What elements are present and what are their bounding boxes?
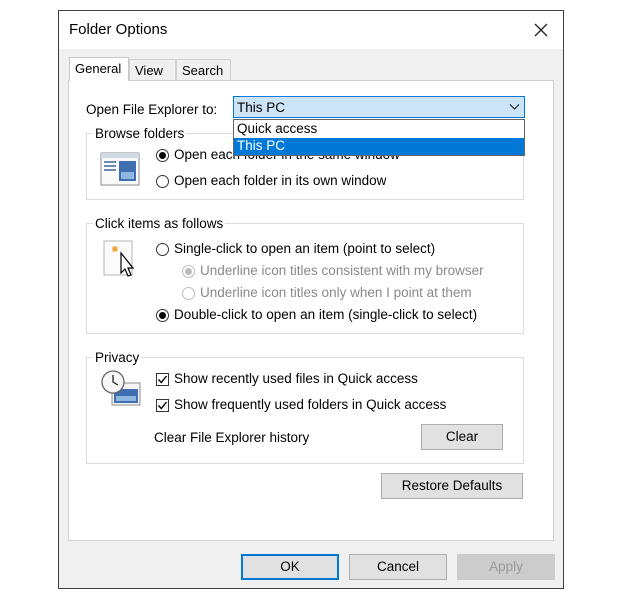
radio-single-click[interactable] [156, 243, 169, 256]
close-icon [534, 23, 548, 37]
checkmark-icon [157, 401, 168, 410]
open-explorer-combobox[interactable]: This PC [233, 96, 525, 118]
clear-button[interactable]: Clear [421, 424, 503, 450]
radio-double-click[interactable] [156, 309, 169, 322]
frequent-folders-label: Show frequently used folders in Quick ac… [174, 397, 447, 412]
ok-button[interactable]: OK [241, 554, 339, 580]
radio-same-window[interactable] [156, 149, 169, 162]
chevron-down-icon [509, 104, 520, 110]
checkmark-icon [157, 375, 168, 384]
clear-history-label: Clear File Explorer history [154, 430, 310, 445]
underline-browser-label: Underline icon titles consistent with my… [200, 263, 484, 278]
tab-search[interactable]: Search [176, 59, 231, 81]
apply-button[interactable]: Apply [457, 554, 555, 580]
option-quick-access[interactable]: Quick access [234, 121, 524, 138]
close-button[interactable] [519, 11, 563, 49]
restore-defaults-button[interactable]: Restore Defaults [381, 473, 523, 499]
own-window-label: Open each folder in its own window [174, 173, 387, 188]
tab-view[interactable]: View [129, 59, 176, 81]
click-items-title: Click items as follows [93, 216, 226, 231]
radio-own-window[interactable] [156, 175, 169, 188]
clock-history-icon [101, 370, 141, 406]
radio-underline-point[interactable] [182, 287, 195, 300]
privacy-title: Privacy [93, 350, 142, 365]
double-click-label: Double-click to open an item (single-cli… [174, 307, 478, 322]
tab-general[interactable]: General [69, 57, 129, 81]
open-explorer-value: This PC [237, 100, 286, 115]
browse-folders-icon [100, 152, 140, 186]
pointer-cursor-icon [103, 240, 135, 277]
single-click-label: Single-click to open an item (point to s… [174, 241, 436, 256]
checkbox-frequent-folders[interactable] [156, 399, 169, 412]
browse-folders-title: Browse folders [93, 126, 187, 141]
dialog-title: Folder Options [69, 21, 168, 38]
radio-underline-browser[interactable] [182, 265, 195, 278]
open-explorer-label: Open File Explorer to: [86, 102, 218, 117]
option-this-pc[interactable]: This PC [234, 138, 524, 155]
title-bar: Folder Options [59, 11, 563, 49]
underline-point-label: Underline icon titles only when I point … [200, 285, 472, 300]
open-explorer-dropdown-list: Quick access This PC [233, 119, 525, 156]
cancel-button[interactable]: Cancel [349, 554, 447, 580]
checkbox-recent-files[interactable] [156, 373, 169, 386]
recent-files-label: Show recently used files in Quick access [174, 371, 418, 386]
folder-options-dialog: Folder Options General View Search Open … [58, 10, 564, 589]
